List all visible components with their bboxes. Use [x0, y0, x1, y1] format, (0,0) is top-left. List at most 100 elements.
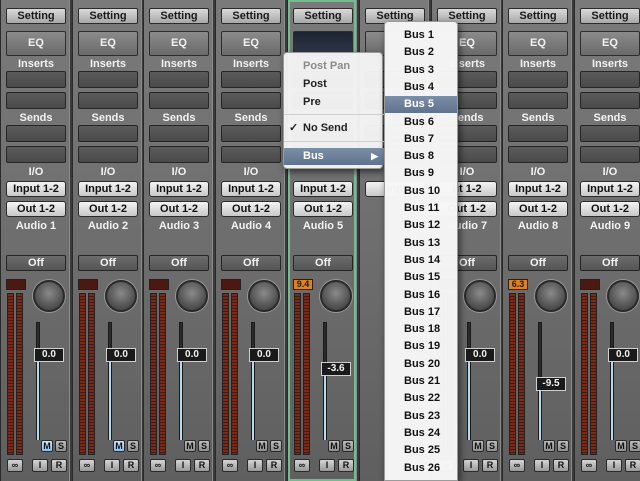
input-monitor-button[interactable]: I	[534, 459, 550, 472]
solo-button[interactable]: S	[198, 440, 210, 452]
solo-button[interactable]: S	[270, 440, 282, 452]
bus-menu-item[interactable]: Bus 18	[385, 321, 457, 338]
setting-button[interactable]: Setting	[149, 8, 209, 24]
track-name[interactable]: Audio 9	[575, 220, 640, 232]
setting-button[interactable]: Setting	[78, 8, 138, 24]
setting-button[interactable]: Setting	[508, 8, 568, 24]
bus-menu-item[interactable]: Bus 19	[385, 338, 457, 355]
link-button[interactable]: ∞	[294, 459, 310, 472]
peak-indicator[interactable]	[221, 279, 241, 290]
automation-mode-button[interactable]: Off	[580, 255, 640, 271]
peak-indicator[interactable]: 6.3	[508, 279, 528, 290]
bus-menu-item[interactable]: Bus 8	[385, 148, 457, 165]
peak-indicator[interactable]	[580, 279, 600, 290]
link-button[interactable]: ∞	[509, 459, 525, 472]
insert-slot[interactable]	[6, 92, 66, 109]
bus-menu-item[interactable]: Bus 16	[385, 287, 457, 304]
pan-knob[interactable]	[176, 280, 208, 312]
insert-slot[interactable]	[149, 92, 209, 109]
pan-knob[interactable]	[320, 280, 352, 312]
mute-button[interactable]: M	[543, 440, 555, 452]
solo-button[interactable]: S	[557, 440, 569, 452]
send-slot[interactable]	[78, 146, 138, 163]
record-enable-button[interactable]: R	[194, 459, 210, 472]
bus-menu-item[interactable]: Bus 9	[385, 165, 457, 182]
send-slot[interactable]	[149, 146, 209, 163]
mute-button[interactable]: M	[184, 440, 196, 452]
output-button[interactable]: Out 1-2	[149, 201, 209, 217]
bus-menu-item[interactable]: Bus 22	[385, 390, 457, 407]
volume-value[interactable]: 0.0	[34, 348, 64, 362]
eq-display[interactable]: EQ	[221, 31, 281, 56]
link-button[interactable]: ∞	[7, 459, 23, 472]
send-slot[interactable]	[580, 125, 640, 142]
volume-value[interactable]: 0.0	[465, 348, 495, 362]
setting-button[interactable]: Setting	[221, 8, 281, 24]
automation-mode-button[interactable]: Off	[149, 255, 209, 271]
input-monitor-button[interactable]: I	[247, 459, 263, 472]
automation-mode-button[interactable]: Off	[508, 255, 568, 271]
insert-slot[interactable]	[580, 71, 640, 88]
bus-menu-item[interactable]: Bus 5	[385, 96, 457, 114]
bus-menu-item[interactable]: Bus 13	[385, 235, 457, 252]
eq-display[interactable]: EQ	[580, 31, 640, 56]
input-monitor-button[interactable]: I	[319, 459, 335, 472]
insert-slot[interactable]	[78, 92, 138, 109]
eq-display[interactable]: EQ	[149, 31, 209, 56]
bus-menu-item[interactable]: Bus 12	[385, 217, 457, 234]
track-name[interactable]: Audio 4	[216, 220, 284, 232]
output-button[interactable]: Out 1-2	[508, 201, 568, 217]
send-slot[interactable]	[508, 125, 568, 142]
track-name[interactable]: Audio 3	[144, 220, 212, 232]
bus-menu-item[interactable]: Bus 26	[385, 460, 457, 477]
mute-button[interactable]: M	[328, 440, 340, 452]
solo-button[interactable]: S	[629, 440, 640, 452]
insert-slot[interactable]	[149, 71, 209, 88]
record-enable-button[interactable]: R	[123, 459, 139, 472]
bus-menu-item[interactable]: Bus 11	[385, 200, 457, 217]
input-button[interactable]: Input 1-2	[508, 181, 568, 197]
link-button[interactable]: ∞	[581, 459, 597, 472]
bus-menu-item[interactable]: Bus 3	[385, 62, 457, 79]
send-slot[interactable]	[78, 125, 138, 142]
volume-value[interactable]: -9.5	[536, 377, 566, 391]
track-name[interactable]: Audio 8	[503, 220, 571, 232]
input-monitor-button[interactable]: I	[606, 459, 622, 472]
input-button[interactable]: Input 1-2	[580, 181, 640, 197]
pan-knob[interactable]	[535, 280, 567, 312]
bus-menu-item[interactable]: Bus 14	[385, 252, 457, 269]
insert-slot[interactable]	[508, 92, 568, 109]
solo-button[interactable]: S	[342, 440, 354, 452]
solo-button[interactable]: S	[127, 440, 139, 452]
menu-item-no-send[interactable]: No Send ✓	[284, 120, 384, 137]
send-slot[interactable]	[580, 146, 640, 163]
bus-menu-item[interactable]: Bus 7	[385, 131, 457, 148]
send-slot[interactable]	[508, 146, 568, 163]
insert-slot[interactable]	[221, 71, 281, 88]
bus-menu-item[interactable]: Bus 24	[385, 425, 457, 442]
pan-knob[interactable]	[105, 280, 137, 312]
output-button[interactable]: Out 1-2	[221, 201, 281, 217]
mute-button[interactable]: M	[472, 440, 484, 452]
pan-knob[interactable]	[33, 280, 65, 312]
automation-mode-button[interactable]: Off	[6, 255, 66, 271]
output-button[interactable]: Out 1-2	[580, 201, 640, 217]
input-monitor-button[interactable]: I	[463, 459, 479, 472]
setting-button[interactable]: Setting	[293, 8, 353, 24]
output-button[interactable]: Out 1-2	[6, 201, 66, 217]
record-enable-button[interactable]: R	[338, 459, 354, 472]
record-enable-button[interactable]: R	[266, 459, 282, 472]
input-button[interactable]: Input 1-2	[6, 181, 66, 197]
volume-value[interactable]: -3.6	[321, 362, 351, 376]
menu-item-pre[interactable]: Pre	[284, 94, 384, 111]
menu-item-bus[interactable]: Bus ▶	[284, 148, 384, 165]
bus-menu-item[interactable]: Bus 23	[385, 408, 457, 425]
bus-menu-item[interactable]: Bus 2	[385, 44, 457, 61]
bus-menu-item[interactable]: Bus 1	[385, 27, 457, 44]
peak-indicator[interactable]	[6, 279, 26, 290]
bus-menu-item[interactable]: Bus 15	[385, 269, 457, 286]
input-monitor-button[interactable]: I	[175, 459, 191, 472]
record-enable-button[interactable]: R	[625, 459, 640, 472]
mute-button[interactable]: M	[256, 440, 268, 452]
automation-mode-button[interactable]: Off	[293, 255, 353, 271]
